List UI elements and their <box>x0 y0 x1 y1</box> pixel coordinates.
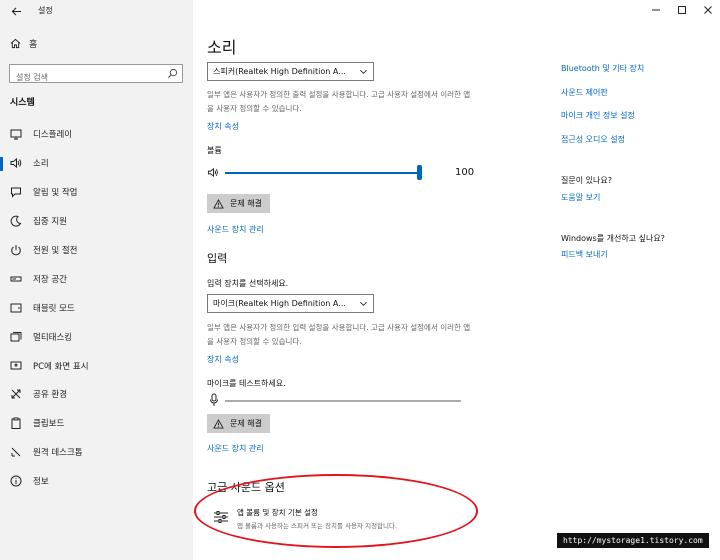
sidebar-item-project[interactable]: PC에 화면 표시 <box>0 351 193 380</box>
info-icon <box>10 475 22 487</box>
related-link-mic-privacy[interactable]: 마이크 개인 정보 설정 <box>561 110 635 121</box>
back-arrow-icon <box>11 6 21 16</box>
sidebar-item-label: 소리 <box>33 159 49 170</box>
share-icon <box>10 388 22 400</box>
sidebar-item-multitasking[interactable]: 멀티태스킹 <box>0 322 193 351</box>
related-link-sound-control-panel[interactable]: 사운드 제어판 <box>561 87 608 98</box>
sidebar-item-label: 집중 지원 <box>33 217 67 228</box>
mic-test-label: 마이크를 테스트하세요. <box>207 379 286 388</box>
page-title: 소리 <box>207 38 237 57</box>
question-heading: 질문이 있나요? <box>561 176 612 185</box>
warning-icon <box>213 418 224 429</box>
mic-level-track <box>225 400 461 402</box>
output-device-value: 스피커(Realtek High Definition A... <box>213 67 346 76</box>
sidebar-item-notifications[interactable]: 알림 및 작업 <box>0 178 193 207</box>
microphone-icon <box>210 393 218 406</box>
speaker-icon <box>10 157 22 169</box>
related-link-bluetooth[interactable]: Bluetooth 및 기타 장치 <box>561 63 644 74</box>
window-title: 설정 <box>38 6 53 15</box>
sidebar-item-label: 공유 환경 <box>33 390 67 401</box>
moon-icon <box>10 215 22 227</box>
help-link[interactable]: 도움말 보기 <box>561 192 600 203</box>
output-device-properties-link[interactable]: 장치 속성 <box>207 121 239 132</box>
warning-icon <box>213 198 224 209</box>
sidebar: 홈 시스템 디스플레이 소리 알림 및 작업 집중 지원 전원 및 절전 저장 … <box>0 0 193 560</box>
sidebar-item-tablet[interactable]: 태블릿 모드 <box>0 293 193 322</box>
sidebar-item-focus[interactable]: 집중 지원 <box>0 207 193 236</box>
output-troubleshoot-button[interactable]: 문제 해결 <box>207 194 270 213</box>
sidebar-item-label: 멀티태스킹 <box>33 332 73 343</box>
output-device-select[interactable]: 스피커(Realtek High Definition A... <box>207 62 374 81</box>
chevron-down-icon <box>360 301 367 306</box>
input-select-label: 입력 장치를 선택하세요. <box>207 279 289 288</box>
sidebar-item-shared[interactable]: 공유 환경 <box>0 380 193 409</box>
watermark: http://mystorage1.tistory.com <box>557 533 709 548</box>
tablet-icon <box>10 302 22 314</box>
sidebar-item-about[interactable]: 정보 <box>0 467 193 496</box>
input-device-value: 마이크(Realtek High Definition A... <box>213 299 346 308</box>
search-input[interactable] <box>10 69 160 86</box>
multitask-icon <box>10 331 22 343</box>
input-description: 일부 앱은 사용자가 정의한 입력 설정을 사용합니다. 고급 사용자 설정에서… <box>207 323 471 346</box>
storage-icon <box>10 273 22 285</box>
troubleshoot-label: 문제 해결 <box>230 419 262 428</box>
nav-list: 디스플레이 소리 알림 및 작업 집중 지원 전원 및 절전 저장 공간 태블릿… <box>0 120 193 496</box>
main-content: 소리 스피커(Realtek High Definition A... 일부 앱… <box>193 0 720 560</box>
search-box[interactable] <box>9 64 183 86</box>
volume-track[interactable] <box>225 172 419 174</box>
volume-label: 볼륨 <box>207 146 222 155</box>
speaker-volume-icon <box>207 167 218 178</box>
project-icon <box>10 360 22 372</box>
output-manage-devices-link[interactable]: 사운드 장치 관리 <box>207 224 264 235</box>
home-icon <box>10 38 21 49</box>
output-description: 일부 앱은 사용자가 정의한 출력 설정을 사용합니다. 고급 사용자 설정에서… <box>207 90 471 113</box>
feedback-link[interactable]: 피드백 보내기 <box>561 249 608 260</box>
annotation-ellipse <box>194 474 478 548</box>
sidebar-item-display[interactable]: 디스플레이 <box>0 120 193 149</box>
volume-value: 100 <box>455 167 475 178</box>
volume-thumb[interactable] <box>417 165 422 180</box>
sidebar-item-label: 클립보드 <box>33 419 65 430</box>
display-icon <box>10 128 22 140</box>
sidebar-item-label: 저장 공간 <box>33 274 67 285</box>
input-troubleshoot-button[interactable]: 문제 해결 <box>207 414 270 433</box>
section-title: 시스템 <box>10 98 35 108</box>
mic-level-meter <box>207 392 467 408</box>
home-nav[interactable]: 홈 <box>10 37 37 50</box>
troubleshoot-label: 문제 해결 <box>230 199 262 208</box>
improve-heading: Windows를 개선하고 싶나요? <box>561 234 665 243</box>
clipboard-icon <box>10 417 22 430</box>
home-label: 홈 <box>29 40 38 50</box>
sidebar-item-clipboard[interactable]: 클립보드 <box>0 409 193 438</box>
sidebar-item-label: 전원 및 절전 <box>33 246 78 256</box>
sidebar-item-label: PC에 화면 표시 <box>33 361 89 372</box>
sidebar-item-power[interactable]: 전원 및 절전 <box>0 236 193 265</box>
input-device-properties-link[interactable]: 장치 속성 <box>207 354 239 365</box>
sidebar-item-label: 태블릿 모드 <box>33 303 75 314</box>
chevron-down-icon <box>360 69 367 74</box>
volume-slider[interactable]: 100 <box>207 164 477 180</box>
search-icon <box>167 68 178 79</box>
sidebar-item-remote-desktop[interactable]: 원격 데스크톱 <box>0 438 193 467</box>
sidebar-item-label: 원격 데스크톱 <box>33 448 83 459</box>
notification-icon <box>10 186 22 198</box>
input-manage-devices-link[interactable]: 사운드 장치 관리 <box>207 443 264 454</box>
power-icon <box>10 244 22 256</box>
input-heading: 입력 <box>207 252 228 265</box>
sidebar-item-label: 정보 <box>33 477 49 488</box>
back-button[interactable] <box>6 2 26 20</box>
related-link-accessibility-audio[interactable]: 접근성 오디오 설정 <box>561 134 625 145</box>
sidebar-item-label: 알림 및 작업 <box>33 188 78 199</box>
remote-desktop-icon <box>10 446 22 458</box>
input-device-select[interactable]: 마이크(Realtek High Definition A... <box>207 294 374 313</box>
sidebar-item-storage[interactable]: 저장 공간 <box>0 264 193 293</box>
sidebar-item-label: 디스플레이 <box>33 130 73 141</box>
sidebar-item-sound[interactable]: 소리 <box>0 149 193 178</box>
